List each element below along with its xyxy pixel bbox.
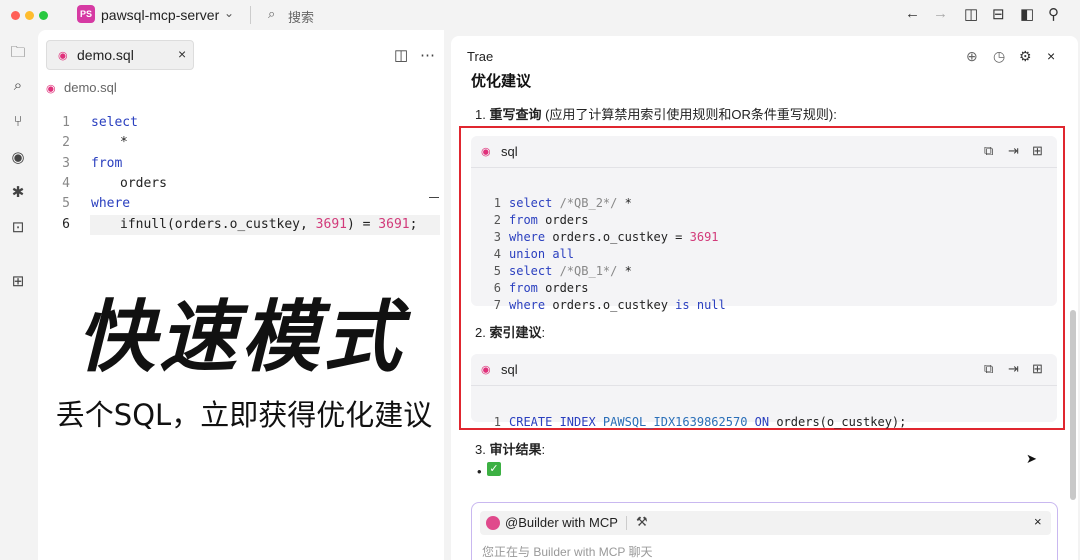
new-chat-icon[interactable]: ⊕ (966, 48, 978, 65)
toggle-panel-icon[interactable]: ⊟ (992, 5, 1005, 23)
more-actions-icon[interactable]: ⋯ (420, 46, 435, 64)
copy-icon[interactable]: ⧉ (984, 361, 993, 377)
search-icon[interactable]: ⌕ (9, 77, 27, 95)
close-icon[interactable]: × (1034, 514, 1042, 529)
list-item: 1. 重写查询 (应用了计算禁用索引使用规则和OR条件重写规则): (475, 107, 837, 122)
chat-input[interactable]: 您正在与 Builder with MCP 聊天 (482, 543, 652, 560)
code-text: ifnull(orders.o_custkey, 3691) = 3691; (120, 217, 418, 232)
divider (429, 197, 439, 198)
code-line[interactable]: 3 from (38, 154, 444, 174)
chat-input-box[interactable]: @Builder with MCP ⚒ × 您正在与 Builder with … (471, 502, 1058, 560)
line-number: 3 (62, 156, 70, 171)
tools-icon[interactable]: ⚒ (636, 514, 648, 530)
extensions-icon[interactable]: ⊞ (9, 272, 27, 290)
agent-label: @Builder with MCP (505, 515, 618, 530)
title-bar: PS pawsql-mcp-server ⌄ ⌕ 搜索 ← → ◫ ⊟ ◧ ⚲ (0, 0, 1080, 30)
add-file-icon[interactable]: ⊞ (1032, 143, 1043, 159)
chevron-down-icon[interactable]: ⌄ (224, 6, 234, 20)
code-language: sql (501, 362, 518, 377)
code-block: ◉ sql ⧉ ⇥ ⊞ 1 CREATE INDEX PAWSQL_IDX1639… (471, 354, 1057, 429)
breadcrumb[interactable]: demo.sql (64, 80, 117, 95)
add-file-icon[interactable]: ⊞ (1032, 361, 1043, 377)
explorer-icon[interactable]: 🗀 (9, 42, 27, 61)
bullet: • (477, 464, 482, 479)
bug-icon[interactable]: ✱ (9, 183, 27, 201)
line-number: 6 (62, 217, 70, 232)
code-language: sql (501, 144, 518, 159)
code-line: 1 CREATE INDEX PAWSQL_IDX1639862570 ON or… (493, 415, 907, 429)
code-text: where (91, 196, 131, 211)
code-line: 6 from orders (493, 281, 589, 295)
line-number: 2 (62, 135, 70, 150)
code-line: 3 where orders.o_custkey = 3691 (493, 230, 719, 244)
copy-icon[interactable]: ⧉ (984, 143, 993, 159)
close-icon[interactable]: × (178, 46, 186, 62)
headline: 快速模式 (76, 293, 405, 383)
code-line[interactable]: 2 * (38, 133, 444, 153)
activity-bar: 🗀 ⌕ ⑂ ◉ ✱ ⊡ ⊞ (0, 30, 38, 560)
code-line[interactable]: 6 ifnull(orders.o_custkey, 3691) = 3691; (38, 215, 444, 235)
source-control-icon[interactable]: ⑂ (9, 113, 27, 131)
code-line: 2 from orders (493, 213, 589, 227)
toggle-aux-bar-icon[interactable]: ◧ (1020, 5, 1034, 23)
insert-icon[interactable]: ⇥ (1008, 361, 1019, 377)
agent-icon (486, 516, 500, 530)
section-heading: 优化建议 (471, 73, 532, 90)
minimize-window-button[interactable] (25, 11, 34, 20)
code-line: 1 select /*QB_2*/ * (493, 196, 632, 210)
database-icon: ◉ (481, 364, 491, 376)
list-item: 2. 索引建议: (475, 325, 546, 340)
code-line: 7 where orders.o_custkey is null (493, 298, 726, 312)
tab-demo-sql[interactable]: ◉ demo.sql × (46, 40, 194, 70)
line-number: 5 (62, 196, 70, 211)
code-text: orders (120, 176, 167, 191)
remote-explorer-icon[interactable]: ⊡ (9, 218, 27, 236)
account-icon[interactable]: ⚲ (1048, 5, 1059, 23)
agent-chip[interactable]: @Builder with MCP ⚒ × (480, 511, 1051, 535)
search-input[interactable]: 搜索 (288, 7, 314, 26)
split-editor-icon[interactable]: ◫ (394, 46, 408, 64)
toggle-sidebar-icon[interactable]: ◫ (964, 5, 978, 23)
forward-arrow-icon[interactable]: → (933, 5, 948, 22)
scrollbar[interactable] (1070, 310, 1076, 500)
project-name[interactable]: pawsql-mcp-server (101, 7, 219, 23)
back-arrow-icon[interactable]: ← (905, 5, 920, 22)
divider (626, 516, 627, 530)
code-block-header: ◉ sql ⧉ ⇥ ⊞ (471, 354, 1057, 386)
code-block: ◉ sql ⧉ ⇥ ⊞ 1 select /*QB_2*/ * 2 from ord… (471, 136, 1057, 312)
insert-icon[interactable]: ⇥ (1008, 143, 1019, 159)
history-icon[interactable]: ◷ (993, 48, 1005, 65)
panel-title: Trae (467, 49, 494, 64)
list-item: 3. 审计结果: (475, 442, 546, 457)
code-line: 5 select /*QB_1*/ * (493, 264, 632, 278)
check-icon: ✓ (487, 462, 501, 476)
code-block-header: ◉ sql ⧉ ⇥ ⊞ (471, 136, 1057, 168)
code-line[interactable]: 1 select (38, 113, 444, 133)
maximize-window-button[interactable] (39, 11, 48, 20)
database-icon: ◉ (58, 50, 68, 62)
code-text: select (91, 115, 138, 130)
subheadline: 丢个SQL，立即获得优化建议 (55, 398, 433, 432)
divider (250, 6, 251, 24)
tab-label: demo.sql (77, 47, 134, 63)
close-icon[interactable]: × (1047, 48, 1055, 64)
search-icon[interactable]: ⌕ (268, 6, 275, 22)
close-window-button[interactable] (11, 11, 20, 20)
line-number: 4 (62, 176, 70, 191)
project-badge[interactable]: PS (77, 5, 95, 23)
mouse-cursor-icon: ➤ (1026, 451, 1037, 466)
code-line: 4 union all (493, 247, 575, 261)
gear-icon[interactable]: ⚙ (1019, 48, 1032, 65)
line-number: 1 (62, 115, 70, 130)
code-text: * (120, 135, 128, 150)
database-icon: ◉ (481, 146, 491, 158)
code-line[interactable]: 5 where (38, 194, 444, 214)
code-text: from (91, 156, 123, 171)
chat-panel: Trae ⊕ ◷ ⚙ × 优化建议 1. 重写查询 (应用了计算禁用索引使用规则… (451, 36, 1078, 560)
database-icon: ◉ (46, 83, 56, 95)
run-debug-icon[interactable]: ◉ (9, 148, 27, 166)
code-line[interactable]: 4 orders (38, 174, 444, 194)
